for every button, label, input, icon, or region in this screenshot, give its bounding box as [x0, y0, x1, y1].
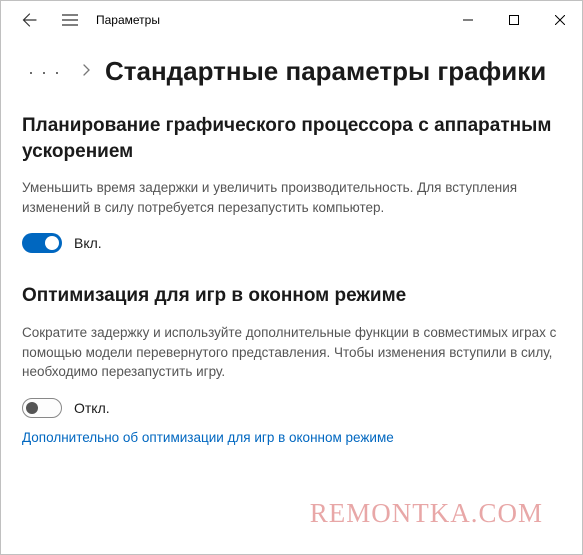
- page-title: Стандартные параметры графики: [105, 56, 546, 87]
- maximize-button[interactable]: [491, 4, 537, 36]
- app-title: Параметры: [96, 13, 160, 27]
- toggle-state-label: Откл.: [74, 400, 110, 416]
- windowed-opt-toggle[interactable]: [22, 398, 62, 418]
- maximize-icon: [509, 15, 519, 25]
- watermark: REMONTKA.COM: [310, 498, 543, 529]
- section-heading: Планирование графического процессора с а…: [22, 113, 561, 164]
- content-area: · · · Стандартные параметры графики План…: [0, 40, 583, 487]
- section-description: Уменьшить время задержки и увеличить про…: [22, 178, 561, 217]
- breadcrumb: · · · Стандартные параметры графики: [22, 56, 561, 87]
- section-heading: Оптимизация для игр в оконном режиме: [22, 283, 561, 309]
- toggle-state-label: Вкл.: [74, 235, 102, 251]
- chevron-right-icon: [81, 63, 91, 80]
- nav-menu-button[interactable]: [56, 6, 84, 34]
- windowed-opt-toggle-row: Откл.: [22, 398, 561, 418]
- back-button[interactable]: [16, 6, 44, 34]
- minimize-button[interactable]: [445, 4, 491, 36]
- section-description: Сократите задержку и используйте дополни…: [22, 323, 561, 382]
- breadcrumb-overflow[interactable]: · · ·: [22, 59, 67, 85]
- minimize-icon: [463, 15, 473, 25]
- learn-more-link[interactable]: Дополнительно об оптимизации для игр в о…: [22, 430, 394, 445]
- gpu-scheduling-section: Планирование графического процессора с а…: [22, 113, 561, 253]
- close-button[interactable]: [537, 4, 583, 36]
- titlebar: Параметры: [0, 0, 583, 40]
- close-icon: [555, 15, 565, 25]
- hamburger-icon: [62, 14, 78, 26]
- back-arrow-icon: [22, 12, 38, 28]
- windowed-game-optimization-section: Оптимизация для игр в оконном режиме Сок…: [22, 283, 561, 444]
- gpu-scheduling-toggle[interactable]: [22, 233, 62, 253]
- gpu-scheduling-toggle-row: Вкл.: [22, 233, 561, 253]
